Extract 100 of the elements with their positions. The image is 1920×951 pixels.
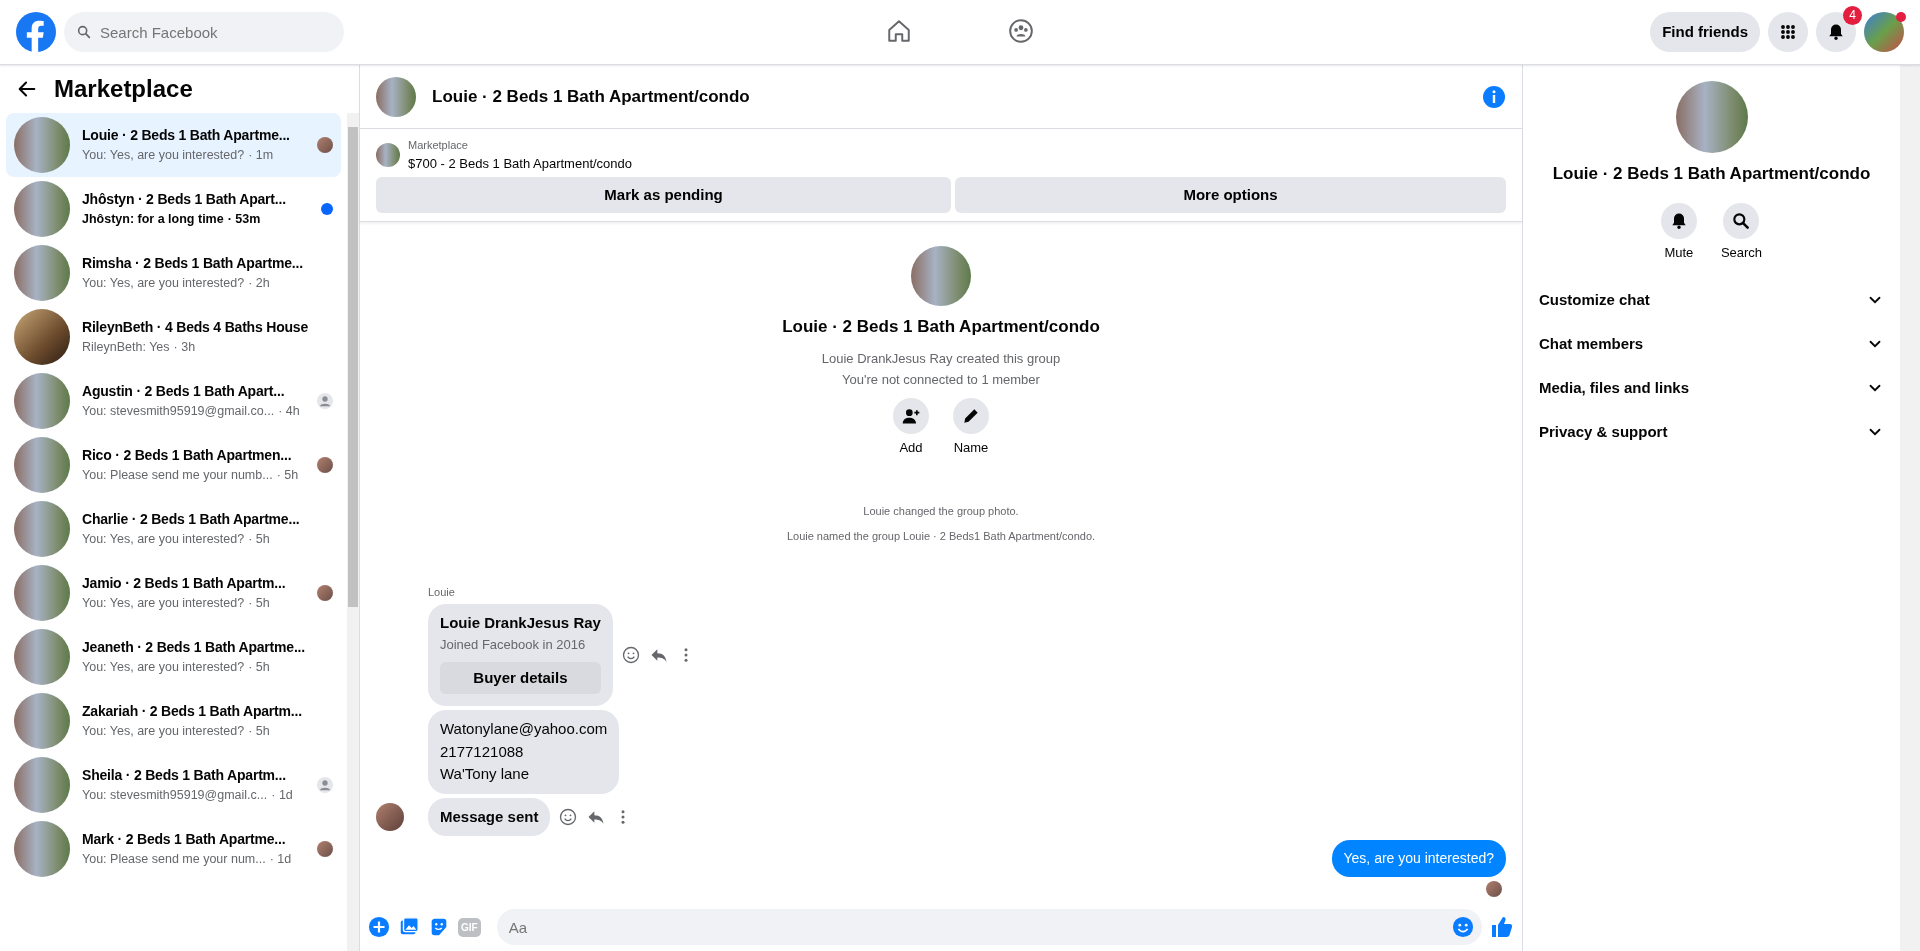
accordion-item[interactable]: Media, files and links xyxy=(1539,366,1884,410)
photo-placeholder xyxy=(14,437,70,493)
listing-price: $700 - 2 Beds 1 Bath Apartment/condo xyxy=(408,154,633,173)
conversation-name: Louie · 2 Beds 1 Bath Apartment/condo xyxy=(1552,163,1871,185)
message-time: · 1d xyxy=(269,851,292,869)
message-time: · 5h xyxy=(248,659,270,677)
notifications-button[interactable] xyxy=(1816,12,1856,52)
conversation-item[interactable]: Mark · 2 Beds 1 Bath Apartme... You: Please send me your num... · 1d xyxy=(6,817,341,881)
photo-placeholder xyxy=(14,821,70,877)
conversation-item[interactable]: Agustin · 2 Beds 1 Bath Apart... You: stevesmith95919@gmail.co... · 4h xyxy=(6,369,341,433)
details-action-button[interactable] xyxy=(1723,202,1760,239)
message-time: · 5h xyxy=(248,595,270,613)
sidebar-title: Marketplace xyxy=(54,74,193,104)
listing-action-button[interactable]: More options xyxy=(955,177,1506,213)
photo-placeholder xyxy=(14,117,70,173)
joined-text: Joined Facebook in 2016 xyxy=(440,635,587,654)
message-time: · 1d xyxy=(271,787,293,805)
message-preview: Jhôstyn: for a long time xyxy=(82,211,224,229)
conversation-item[interactable]: Jhôstyn · 2 Beds 1 Bath Apart... Jhôstyn: for a long time · 53m xyxy=(6,177,341,241)
message-time: · 4h xyxy=(278,403,300,421)
group-action-button[interactable] xyxy=(893,397,929,434)
conversation-item[interactable]: Zakariah · 2 Beds 1 Bath Apartm... You: Yes, are you interested? · 5h xyxy=(6,689,341,753)
message-bubble: Yes, are you interested? xyxy=(1331,840,1506,877)
conversation-item[interactable]: Jeaneth · 2 Beds 1 Bath Apartme... You: Yes, are you interested? · 5h xyxy=(6,625,341,689)
emoji-icon[interactable] xyxy=(1452,916,1474,938)
message-time: · 5h xyxy=(276,467,299,485)
search-field[interactable]: Search Facebook xyxy=(64,12,344,52)
listing-action-button[interactable]: Mark as pending xyxy=(376,177,952,213)
group-info-text: Louie DrankJesus Ray created this group xyxy=(821,349,1061,368)
conversation-title: Jamio · 2 Beds 1 Bath Apartm... xyxy=(82,574,287,594)
message-preview: You: Yes, are you interested? xyxy=(82,723,245,741)
photo-placeholder xyxy=(14,181,70,237)
system-message: Louie changed the group photo. xyxy=(863,504,1019,519)
scrollbar[interactable] xyxy=(347,113,359,951)
search-icon xyxy=(1731,210,1752,231)
message-bubble: Watonylane@yahoo.com 2177121088 Wa'Tony lane xyxy=(428,710,620,794)
find-friends-button[interactable]: Find friends xyxy=(1650,12,1760,52)
conversation-title: Zakariah · 2 Beds 1 Bath Apartm... xyxy=(82,702,303,722)
conversation-item[interactable]: Sheila · 2 Beds 1 Bath Apartm... You: stevesmith95919@gmail.c... · 1d xyxy=(6,753,341,817)
smiley-icon[interactable] xyxy=(558,806,579,827)
menu-button[interactable] xyxy=(1768,12,1808,52)
group-action-button[interactable] xyxy=(953,397,989,434)
conversation-title: Mark · 2 Beds 1 Bath Apartme... xyxy=(82,830,287,850)
message-field[interactable]: Aa xyxy=(496,909,1482,945)
message-preview: RileynBeth: Yes xyxy=(82,339,170,357)
conversation-title: Rico · 2 Beds 1 Bath Apartmen... xyxy=(82,446,293,466)
photo-placeholder xyxy=(14,693,70,749)
conversation-item[interactable]: Rimsha · 2 Beds 1 Bath Apartme... You: Yes, are you interested? · 2h xyxy=(6,241,341,305)
smiley-icon[interactable] xyxy=(620,645,641,665)
photo-placeholder xyxy=(911,246,971,306)
avatar xyxy=(317,841,333,857)
avatar xyxy=(317,457,333,473)
unread-dot xyxy=(321,203,333,215)
avatar xyxy=(1486,881,1502,897)
system-message: Louie named the group Louie · 2 Beds1 Bath Apartment/condo. xyxy=(786,528,1096,544)
accordion-item[interactable]: Customize chat xyxy=(1539,278,1884,322)
photo-placeholder xyxy=(14,501,70,557)
details-action-button[interactable] xyxy=(1660,202,1697,239)
buyer-details-button[interactable]: Buyer details xyxy=(440,662,601,694)
avatar xyxy=(317,585,333,601)
photo-placeholder xyxy=(14,565,70,621)
scrollbar[interactable] xyxy=(1900,65,1920,951)
conversation-title: RileynBeth · 4 Beds 4 Baths House xyxy=(82,318,309,338)
message-time: · 1m xyxy=(248,147,274,165)
photo-placeholder xyxy=(14,757,70,813)
message-bubble: Message sent xyxy=(428,797,551,836)
message-preview: You: Please send me your numb... xyxy=(82,467,273,485)
conversation-title: Louie · 2 Beds 1 Bath Apartme... xyxy=(82,126,291,146)
chat-title: Louie · 2 Beds 1 Bath Apartment/condo xyxy=(432,85,751,108)
message-preview: You: Yes, are you interested? xyxy=(82,595,245,613)
info-icon[interactable] xyxy=(1482,84,1506,109)
photo-placeholder xyxy=(14,309,70,365)
profile-avatar[interactable] xyxy=(1864,12,1904,52)
thumbs-up-icon[interactable] xyxy=(1490,915,1514,939)
home-icon xyxy=(886,17,912,44)
photo-placeholder xyxy=(376,143,400,167)
facebook-logo-icon[interactable] xyxy=(16,12,56,52)
avatar xyxy=(376,802,404,831)
message-preview: You: Yes, are you interested? xyxy=(82,659,245,677)
avatar xyxy=(317,137,333,153)
groups-icon xyxy=(1008,17,1034,44)
conversation-item[interactable]: Rico · 2 Beds 1 Bath Apartmen... You: Please send me your numb... · 5h xyxy=(6,433,341,497)
message-preview: You: Yes, are you interested? xyxy=(82,147,245,165)
default-avatar-icon xyxy=(317,777,333,793)
message-preview: You: Yes, are you interested? xyxy=(82,275,245,293)
photo-placeholder xyxy=(14,373,70,429)
conversation-item[interactable]: RileynBeth · 4 Beds 4 Baths House RileynBeth: Yes · 3h xyxy=(6,305,341,369)
message-time: · 5h xyxy=(248,531,270,549)
accordion-item[interactable]: Privacy & support xyxy=(1539,410,1884,454)
conversation-item[interactable]: Jamio · 2 Beds 1 Bath Apartm... You: Yes, are you interested? · 5h xyxy=(6,561,341,625)
conversation-title: Jhôstyn · 2 Beds 1 Bath Apart... xyxy=(82,190,287,210)
conversation-item[interactable]: Charlie · 2 Beds 1 Bath Apartme... You: Yes, are you interested? · 5h xyxy=(6,497,341,561)
conversation-item[interactable]: Louie · 2 Beds 1 Bath Apartme... You: Yes, are you interested? · 1m xyxy=(6,113,341,177)
group-info-text: You're not connected to 1 member xyxy=(842,370,1040,389)
plus-icon[interactable] xyxy=(368,916,390,938)
accordion-item[interactable]: Chat members xyxy=(1539,322,1884,366)
conversation-title: Agustin · 2 Beds 1 Bath Apart... xyxy=(82,382,286,402)
conversation-title: Charlie · 2 Beds 1 Bath Apartme... xyxy=(82,510,301,530)
photo-placeholder xyxy=(14,629,70,685)
sender-name: Louie xyxy=(428,584,456,600)
